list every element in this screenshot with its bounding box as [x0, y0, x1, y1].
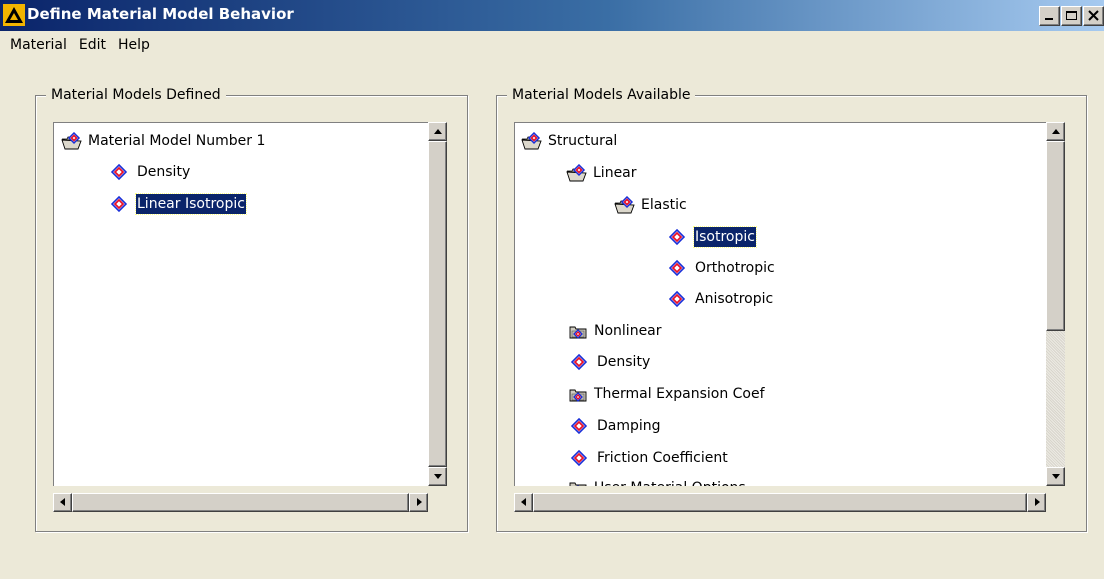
material-property-icon [111, 164, 127, 180]
close-button[interactable] [1083, 6, 1104, 26]
material-property-icon [669, 291, 685, 307]
available-group: Material Models Available Structural Lin… [496, 87, 1087, 532]
tree-node-density[interactable]: Density [571, 351, 651, 373]
tree-node-friction-coefficient[interactable]: Friction Coefficient [571, 447, 729, 469]
tree-node-label: Orthotropic [695, 260, 775, 276]
window-title: Define Material Model Behavior [27, 5, 294, 23]
menu-bar: Material Edit Help [0, 31, 1104, 58]
tree-node-orthotropic[interactable]: Orthotropic [669, 257, 776, 279]
right-arrow-icon [417, 498, 422, 506]
scroll-up-button[interactable] [428, 122, 447, 141]
tree-node-density[interactable]: Density [111, 161, 191, 183]
scroll-thumb[interactable] [72, 493, 409, 512]
minimize-icon [1045, 18, 1053, 20]
material-property-icon [669, 260, 685, 276]
tree-node-label: Thermal Expansion Coef [594, 386, 765, 402]
tree-node-label-selected: Isotropic [693, 226, 757, 248]
closed-folder-icon [569, 326, 587, 339]
menu-material[interactable]: Material [4, 37, 73, 53]
tree-node-model-1[interactable]: Material Model Number 1 [61, 130, 266, 152]
maximize-icon [1066, 11, 1077, 20]
scroll-up-button[interactable] [1046, 122, 1065, 141]
tree-node-label: Friction Coefficient [597, 450, 728, 466]
minimize-button[interactable] [1039, 6, 1060, 26]
available-tree[interactable]: Structural Linear Elastic Isotropic Orth… [514, 122, 1046, 486]
defined-vertical-scrollbar[interactable] [428, 122, 447, 486]
scroll-right-button[interactable] [409, 493, 428, 512]
closed-folder-icon [569, 482, 587, 486]
tree-node-label: Material Model Number 1 [88, 133, 266, 149]
scroll-left-button[interactable] [514, 493, 533, 512]
up-arrow-icon [1052, 129, 1060, 134]
available-group-legend: Material Models Available [507, 87, 696, 103]
tree-node-label-selected: Linear Isotropic [135, 193, 247, 215]
menu-edit[interactable]: Edit [73, 37, 112, 53]
tree-node-label: Density [597, 354, 651, 370]
scroll-down-button[interactable] [428, 467, 447, 486]
material-property-icon [571, 354, 587, 370]
tree-node-label: Density [137, 164, 191, 180]
left-arrow-icon [60, 498, 65, 506]
ansys-logo-icon [3, 4, 25, 26]
left-arrow-icon [521, 498, 526, 506]
scroll-thumb[interactable] [428, 141, 447, 467]
defined-group-legend: Material Models Defined [46, 87, 226, 103]
tree-node-label: Damping [597, 418, 661, 434]
tree-node-nonlinear[interactable]: Nonlinear [567, 320, 663, 342]
tree-node-linear-isotropic[interactable]: Linear Isotropic [111, 193, 247, 215]
close-icon [1088, 10, 1099, 21]
available-horizontal-scrollbar[interactable] [514, 493, 1046, 512]
open-folder-icon [61, 132, 82, 150]
material-property-icon [571, 418, 587, 434]
defined-horizontal-scrollbar[interactable] [53, 493, 428, 512]
available-vertical-scrollbar[interactable] [1046, 122, 1065, 486]
closed-folder-icon [569, 389, 587, 402]
tree-node-isotropic[interactable]: Isotropic [669, 226, 757, 248]
maximize-button[interactable] [1061, 6, 1082, 26]
tree-node-damping[interactable]: Damping [571, 415, 662, 437]
tree-node-thermal-expansion[interactable]: Thermal Expansion Coef [567, 383, 766, 405]
right-arrow-icon [1035, 498, 1040, 506]
material-property-icon [669, 229, 685, 245]
open-folder-icon [521, 132, 542, 150]
scroll-down-button[interactable] [1046, 467, 1065, 486]
tree-node-structural[interactable]: Structural [521, 130, 618, 152]
tree-node-label: Anisotropic [695, 291, 774, 307]
tree-node-label: Elastic [641, 197, 687, 213]
scroll-thumb[interactable] [533, 493, 1027, 512]
tree-node-label: Structural [548, 133, 618, 149]
material-property-icon [571, 450, 587, 466]
tree-node-label: User Material Options [593, 478, 747, 486]
scroll-thumb[interactable] [1046, 141, 1065, 331]
material-property-icon [111, 196, 127, 212]
tree-node-label: Linear [593, 165, 637, 181]
up-arrow-icon [434, 129, 442, 134]
tree-node-elastic[interactable]: Elastic [614, 194, 688, 216]
defined-group: Material Models Defined Material Model N… [35, 87, 468, 532]
open-folder-icon [566, 164, 587, 182]
down-arrow-icon [434, 474, 442, 479]
scroll-right-button[interactable] [1027, 493, 1046, 512]
down-arrow-icon [1052, 474, 1060, 479]
scroll-left-button[interactable] [53, 493, 72, 512]
tree-node-linear[interactable]: Linear [566, 162, 638, 184]
open-folder-icon [614, 196, 635, 214]
title-bar[interactable]: Define Material Model Behavior [0, 0, 1104, 31]
tree-node-user-material-options[interactable]: User Material Options [567, 478, 747, 486]
tree-node-label: Nonlinear [594, 323, 662, 339]
defined-tree[interactable]: Material Model Number 1 Density Linear I… [53, 122, 428, 486]
menu-help[interactable]: Help [112, 37, 156, 53]
tree-node-anisotropic[interactable]: Anisotropic [669, 288, 774, 310]
